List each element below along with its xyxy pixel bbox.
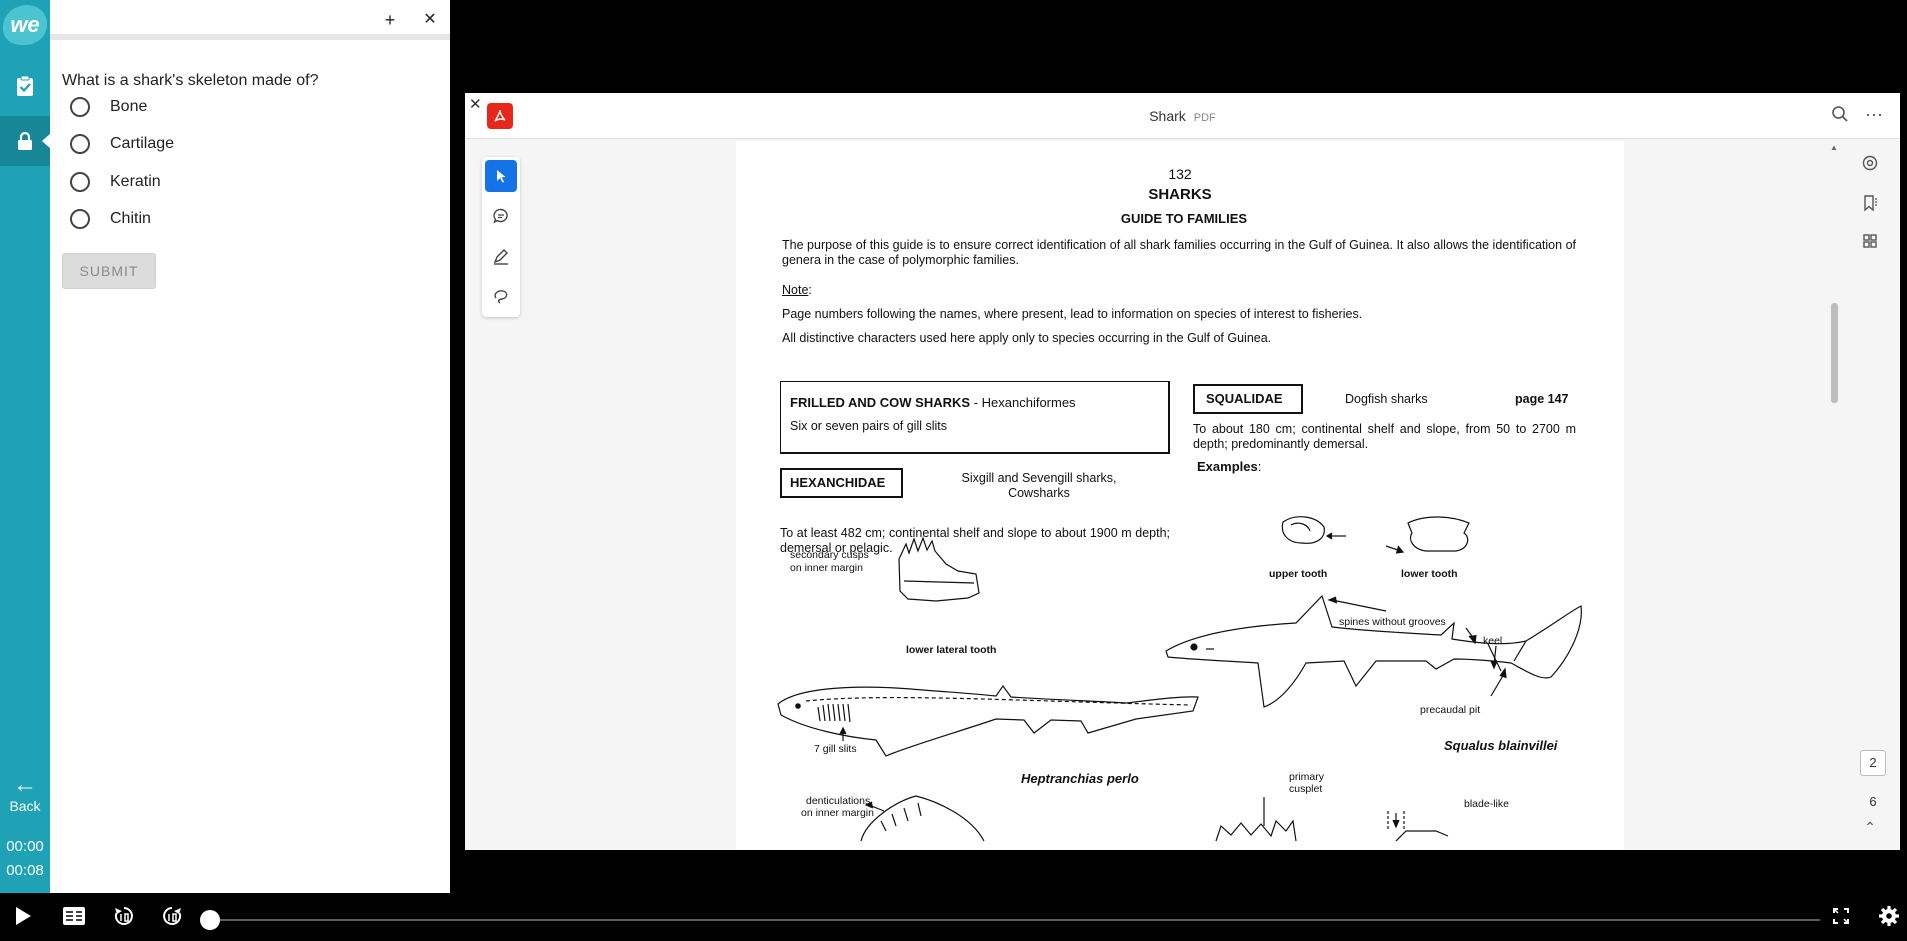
pdf-toolbar: ✕ Shark PDF ⋯ [465,93,1900,139]
option-bone[interactable]: Bone [70,94,147,120]
time-total: 00:08 [6,862,44,879]
transcript-icon[interactable] [59,901,89,931]
lock-button[interactable] [0,116,51,166]
app-logo[interactable]: we [0,0,50,50]
radio-icon[interactable] [70,97,90,117]
total-pages: 6 [1869,794,1877,809]
quiz-panel: + ✕ What is a shark's skeleton made of? … [50,0,450,893]
option-label: Keratin [110,173,161,190]
quiz-question: What is a shark's skeleton made of? [62,72,319,89]
select-tool-icon[interactable] [485,160,517,192]
upper-tooth-drawing [1281,516,1325,544]
tasks-button[interactable] [0,61,50,111]
option-label: Chitin [110,210,151,227]
submit-button[interactable]: SUBMIT [62,253,156,289]
back-label: Back [9,798,41,814]
radio-icon[interactable] [70,172,90,192]
clipboard-check-icon [17,75,33,96]
search-icon[interactable] [1828,105,1852,129]
radio-icon[interactable] [70,209,90,229]
pdf-viewer: ✕ Shark PDF ⋯ 132 SHARKS GUIDE TO FAMILIE… [465,93,1900,850]
option-keratin[interactable]: Keratin [70,169,161,195]
bookmark-icon[interactable] [1859,194,1881,216]
highlight-tool-icon[interactable] [485,240,517,272]
shark-illustrations [777,516,1582,842]
option-label: Cartilage [110,135,175,152]
ai-assistant-icon[interactable] [1859,154,1881,176]
arrow-left-icon: ← [13,771,37,798]
fullscreen-icon[interactable] [1826,901,1856,931]
comment-tool-icon[interactable] [485,200,517,232]
video-progress-track[interactable] [210,919,1820,921]
quiz-panel-header: + ✕ [50,0,450,40]
option-label: Bone [110,98,148,115]
close-panel-button[interactable]: ✕ [418,8,442,32]
add-button[interactable]: + [378,8,402,32]
chevron-up-icon[interactable]: ⌃ [1859,819,1881,841]
back-button[interactable]: ← Back [0,771,50,815]
video-controls [0,893,1907,941]
pdf-filename: Shark [1149,108,1186,124]
scroll-up-icon[interactable]: ▲ [1830,143,1838,152]
heptranchias-shark-drawing [777,684,1199,757]
logo-text: we [3,5,47,45]
option-cartilage[interactable]: Cartilage [70,131,174,157]
play-icon[interactable] [8,901,38,931]
pdf-title: Shark PDF [465,108,1900,124]
rewind-10-icon[interactable] [109,901,139,931]
app-rail: we ← Back 00:00 00:08 [0,0,51,941]
forward-10-icon[interactable] [157,901,187,931]
annotation-tools [482,157,520,317]
radio-icon[interactable] [70,134,90,154]
pdf-extension: PDF [1193,112,1216,124]
pdf-scrollbar[interactable] [1830,141,1838,831]
pdf-scrollbar-thumb[interactable] [1831,303,1838,403]
more-options-icon[interactable]: ⋯ [1862,105,1886,129]
lock-icon [18,131,32,150]
lower-lateral-tooth-drawing [898,536,980,602]
settings-gear-icon[interactable] [1874,901,1904,931]
video-progress-knob[interactable] [200,910,220,930]
pdf-page: 132 SHARKS GUIDE TO FAMILIES The purpose… [736,141,1624,850]
lower-tooth-drawing [1407,516,1470,552]
current-page-indicator[interactable]: 2 [1860,750,1886,776]
draw-tool-icon[interactable] [485,280,517,312]
thumbnails-icon[interactable] [1859,233,1881,255]
time-elapsed: 00:00 [6,838,44,855]
option-chitin[interactable]: Chitin [70,206,151,232]
